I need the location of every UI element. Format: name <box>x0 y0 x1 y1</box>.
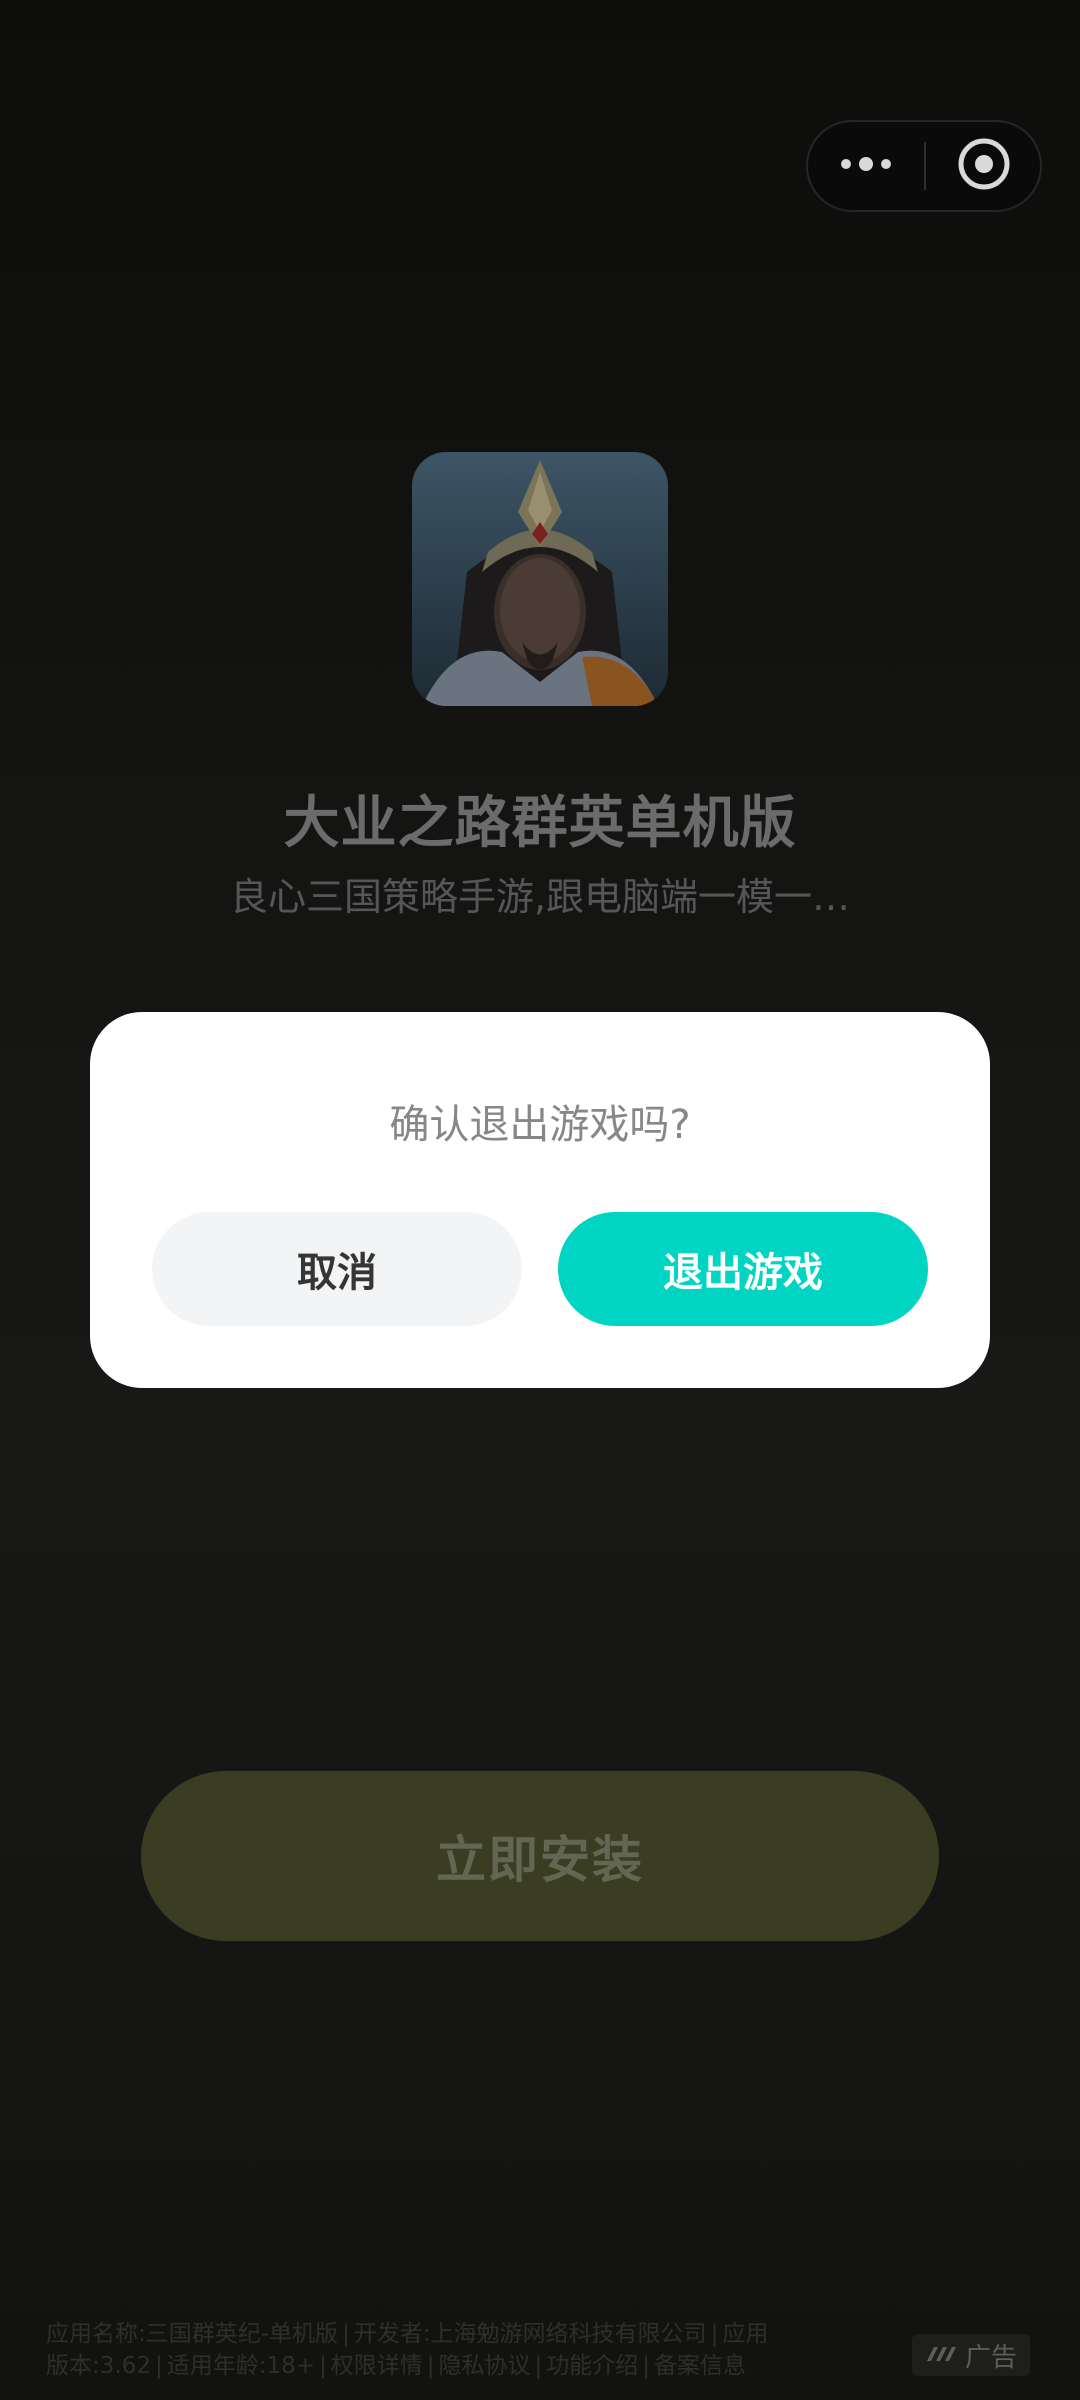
install-button[interactable]: 立即安装 <box>141 1771 939 1941</box>
app-icon <box>412 452 668 706</box>
version-text: 版本:3.62 <box>46 2353 151 2379</box>
developer-text: 开发者:上海勉游网络科技有限公司 <box>353 2321 707 2347</box>
more-button[interactable] <box>808 122 924 210</box>
features-link[interactable]: 功能介绍 <box>546 2353 638 2379</box>
close-button[interactable] <box>926 122 1042 210</box>
ad-badge: 广告 <box>912 2334 1030 2376</box>
game-splash-page: 大业之路群英单机版 良心三国策略手游,跟电脑端一模一… 立即安装 应用名称:三国… <box>0 0 1080 2400</box>
ad-logo-icon <box>925 2340 959 2370</box>
app-title: 大业之路群英单机版 <box>283 791 797 856</box>
exit-confirm-dialog: 确认退出游戏吗? 取消 退出游戏 <box>90 1012 990 1388</box>
app-info-footer: 应用名称:三国群英纪-单机版 | 开发者:上海勉游网络科技有限公司 | 应用 版本:3.… <box>46 2321 769 2379</box>
dialog-title: 确认退出游戏吗? <box>389 1102 691 1148</box>
exit-game-button[interactable]: 退出游戏 <box>558 1212 928 1326</box>
age-text: 适用年龄:18+ <box>166 2353 316 2379</box>
app-description: 良心三国策略手游,跟电脑端一模一… <box>229 875 851 919</box>
mini-program-capsule <box>806 120 1042 212</box>
privacy-link[interactable]: 隐私协议 <box>439 2353 531 2379</box>
permissions-link[interactable]: 权限详情 <box>331 2353 423 2379</box>
version-prefix-text: 应用 <box>722 2321 769 2347</box>
more-dots-icon <box>838 154 894 178</box>
close-target-icon <box>957 137 1011 195</box>
cancel-button[interactable]: 取消 <box>152 1212 522 1326</box>
filing-link[interactable]: 备案信息 <box>654 2353 746 2379</box>
ad-label: 广告 <box>964 2342 1017 2373</box>
app-name-text: 应用名称:三国群英纪-单机版 <box>46 2321 339 2347</box>
